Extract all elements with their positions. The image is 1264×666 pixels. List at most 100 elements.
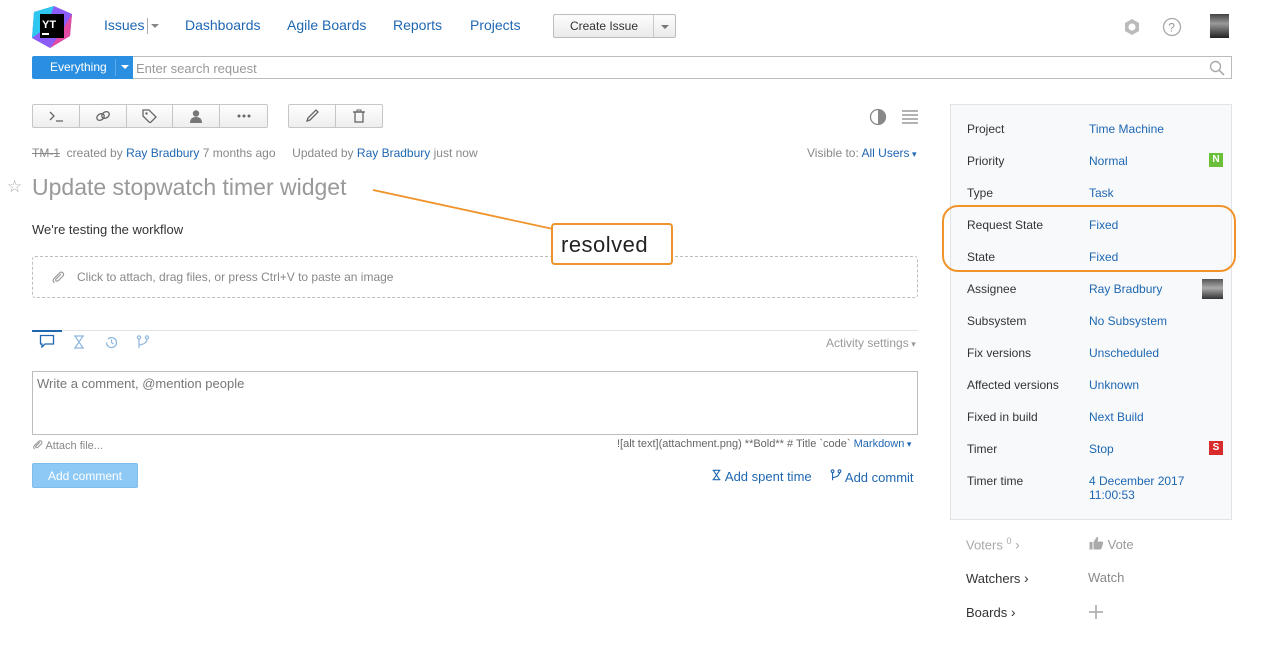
attach-file-label: Attach file... bbox=[45, 440, 103, 452]
field-value-affected-versions[interactable]: Unknown bbox=[1089, 378, 1139, 392]
activity-divider bbox=[32, 330, 918, 331]
link-issue-button[interactable] bbox=[80, 105, 127, 127]
youtrack-logo[interactable]: YT bbox=[32, 6, 74, 48]
field-label-type: Type bbox=[967, 186, 994, 200]
thumbs-up-icon bbox=[1089, 536, 1104, 550]
voters-count: 0 bbox=[1006, 536, 1012, 546]
help-icon[interactable]: ? bbox=[1162, 17, 1182, 37]
activity-settings-label: Activity settings bbox=[826, 336, 909, 350]
activity-settings-dropdown[interactable]: Activity settings ▾ bbox=[826, 336, 916, 350]
create-issue-dropdown-icon[interactable] bbox=[661, 25, 669, 29]
add-spent-time-label: Add spent time bbox=[724, 469, 812, 484]
paperclip-icon bbox=[33, 440, 43, 450]
create-issue-button[interactable]: Create Issue bbox=[553, 14, 676, 38]
watchers-link[interactable]: Watchers › bbox=[966, 570, 1029, 586]
search-context-divider bbox=[115, 59, 116, 76]
logo-text: YT bbox=[42, 19, 56, 31]
nav-dashboards[interactable]: Dashboards bbox=[185, 17, 261, 33]
comment-input[interactable] bbox=[37, 376, 907, 430]
field-label-project: Project bbox=[967, 122, 1005, 136]
state-fields-highlight bbox=[942, 205, 1236, 272]
field-label-subsystem: Subsystem bbox=[967, 314, 1027, 328]
search-context-button[interactable]: Everything bbox=[32, 56, 133, 79]
attach-file-link[interactable]: Attach file... bbox=[32, 439, 103, 452]
tab-work-items[interactable] bbox=[64, 332, 94, 352]
nav-reports[interactable]: Reports bbox=[393, 17, 442, 33]
created-prefix: created by bbox=[66, 146, 123, 160]
field-label-fix-versions: Fix versions bbox=[967, 346, 1032, 360]
updated-prefix: Updated by bbox=[292, 146, 354, 160]
boards-link[interactable]: Boards › bbox=[966, 604, 1016, 620]
nav-agile-boards[interactable]: Agile Boards bbox=[287, 17, 366, 33]
field-value-priority[interactable]: Normal bbox=[1089, 154, 1128, 168]
priority-badge: N bbox=[1209, 153, 1223, 167]
add-spent-time-button[interactable]: Add spent time bbox=[711, 469, 812, 484]
issues-dropdown-caret-icon[interactable] bbox=[151, 24, 159, 28]
field-value-fix-versions[interactable]: Unscheduled bbox=[1089, 346, 1159, 360]
branch-icon bbox=[830, 469, 842, 481]
tab-history[interactable] bbox=[96, 332, 126, 352]
vote-label: Vote bbox=[1107, 537, 1134, 552]
field-label-timer-time: Timer time bbox=[967, 474, 1024, 488]
nav-divider bbox=[147, 18, 148, 34]
updater-link[interactable]: Ray Bradbury bbox=[357, 146, 430, 160]
add-to-board-plus-icon[interactable] bbox=[1088, 604, 1104, 620]
edit-toolbar bbox=[288, 104, 383, 128]
list-view-icon[interactable] bbox=[901, 109, 919, 125]
issue-description: We're testing the workflow bbox=[32, 222, 184, 237]
issue-id[interactable]: TM-1 bbox=[32, 146, 60, 160]
search-icon[interactable] bbox=[1209, 60, 1225, 76]
voters-link[interactable]: Voters 0 › bbox=[966, 536, 1020, 552]
branch-icon bbox=[136, 334, 150, 348]
field-value-timer-time-date[interactable]: 4 December 2017 bbox=[1089, 474, 1184, 488]
search-bar bbox=[133, 56, 1232, 79]
chevron-right-icon: › bbox=[1015, 536, 1020, 553]
tab-vcs-changes[interactable] bbox=[128, 332, 158, 352]
timer-badge: S bbox=[1209, 441, 1223, 455]
field-value-project[interactable]: Time Machine bbox=[1089, 122, 1164, 136]
add-tag-button[interactable] bbox=[127, 105, 174, 127]
field-value-type[interactable]: Task bbox=[1089, 186, 1114, 200]
contrast-icon[interactable] bbox=[869, 108, 887, 126]
creator-link[interactable]: Ray Bradbury bbox=[126, 146, 199, 160]
nav-projects[interactable]: Projects bbox=[470, 17, 521, 33]
user-avatar[interactable] bbox=[1210, 14, 1229, 38]
markdown-caret-icon[interactable]: ▾ bbox=[904, 439, 912, 449]
updated-time: just now bbox=[433, 146, 478, 160]
more-actions-button[interactable] bbox=[220, 105, 267, 127]
add-commit-button[interactable]: Add commit bbox=[830, 469, 914, 485]
comment-icon bbox=[39, 334, 55, 348]
delete-button[interactable] bbox=[336, 105, 383, 127]
field-value-subsystem[interactable]: No Subsystem bbox=[1089, 314, 1167, 328]
edit-button[interactable] bbox=[289, 105, 336, 127]
watch-button[interactable]: Watch bbox=[1088, 570, 1124, 585]
issue-toolbar bbox=[32, 104, 268, 128]
assign-button[interactable] bbox=[173, 105, 221, 127]
command-button[interactable] bbox=[33, 105, 80, 127]
attachment-dropzone[interactable]: Click to attach, drag files, or press Ct… bbox=[32, 256, 918, 298]
markdown-dropdown[interactable]: Markdown bbox=[854, 438, 905, 450]
search-context-dropdown-icon[interactable] bbox=[121, 65, 129, 69]
search-input[interactable] bbox=[136, 59, 1196, 77]
created-time: 7 months ago bbox=[202, 146, 276, 160]
field-label-timer: Timer bbox=[967, 442, 998, 456]
field-value-fixed-in-build[interactable]: Next Build bbox=[1089, 410, 1144, 424]
markdown-syntax: ![alt text](attachment.png) **Bold** # T… bbox=[617, 438, 851, 450]
visibility-dropdown[interactable]: All Users bbox=[861, 146, 909, 160]
tag-icon bbox=[142, 109, 158, 123]
add-comment-button[interactable]: Add comment bbox=[32, 463, 138, 488]
link-icon bbox=[95, 110, 110, 122]
comment-editor bbox=[32, 371, 918, 435]
field-value-timer[interactable]: Stop bbox=[1089, 442, 1114, 456]
visibility-caret-icon[interactable]: ▾ bbox=[910, 149, 917, 159]
field-value-assignee[interactable]: Ray Bradbury bbox=[1089, 282, 1162, 296]
vote-button[interactable]: Vote bbox=[1089, 536, 1134, 552]
history-icon bbox=[105, 336, 117, 348]
nav-issues[interactable]: Issues bbox=[104, 17, 144, 33]
add-commit-label: Add commit bbox=[844, 470, 914, 485]
star-icon[interactable]: ☆ bbox=[7, 177, 22, 197]
settings-gear-icon[interactable] bbox=[1122, 17, 1142, 37]
person-icon bbox=[190, 110, 203, 123]
tab-comments[interactable] bbox=[32, 330, 62, 350]
field-value-timer-time-clock[interactable]: 11:00:53 bbox=[1089, 488, 1135, 502]
